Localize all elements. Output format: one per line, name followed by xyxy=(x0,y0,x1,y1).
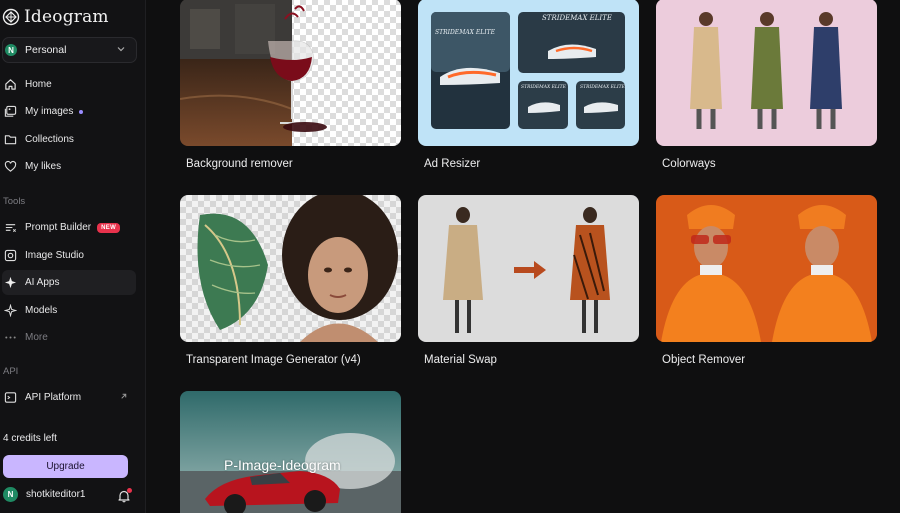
new-content-indicator xyxy=(79,109,84,114)
app-thumbnail: STRIDEMAX ELITE STRIDEMAX ELITE STRIDEMA… xyxy=(418,0,639,146)
new-badge: NEW xyxy=(97,222,121,233)
sidebar-item-models[interactable]: Models xyxy=(2,298,136,323)
app-card-title: Material Swap xyxy=(424,354,497,366)
app-thumbnail xyxy=(180,0,401,146)
app-thumbnail xyxy=(656,195,877,342)
app-logo[interactable]: Ideogram xyxy=(2,7,109,27)
external-link-icon xyxy=(121,393,127,399)
sidebar: Ideogram N Personal Home My images Colle… xyxy=(0,0,146,513)
sidebar-item-my-images[interactable]: My images xyxy=(2,99,136,124)
app-card-ad-resizer[interactable]: STRIDEMAX ELITE STRIDEMAX ELITE STRIDEMA… xyxy=(418,0,639,170)
ad-thumb-text: STRIDEMAX ELITE xyxy=(521,85,566,90)
sidebar-item-my-likes[interactable]: My likes xyxy=(2,154,136,179)
sidebar-item-label: Home xyxy=(25,79,52,90)
sidebar-item-api-platform[interactable]: API Platform xyxy=(2,385,136,410)
upgrade-button[interactable]: Upgrade xyxy=(3,455,128,478)
app-card-background-remover[interactable]: Background remover xyxy=(180,0,401,170)
thumb-overlay-text: P-Image-Ideogram xyxy=(224,457,341,473)
sidebar-item-label: AI Apps xyxy=(25,277,60,288)
terminal-icon xyxy=(3,391,17,405)
app-card-object-remover[interactable]: Object Remover xyxy=(656,195,877,366)
sidebar-item-label: Prompt Builder xyxy=(25,222,92,233)
models-icon xyxy=(3,304,17,318)
folder-icon xyxy=(3,133,17,147)
app-card-colorways[interactable]: Colorways xyxy=(656,0,877,170)
user-profile[interactable]: N shotkiteditor1 xyxy=(3,487,85,502)
sidebar-item-label: My likes xyxy=(25,161,62,172)
app-thumbnail xyxy=(180,195,401,342)
home-icon xyxy=(3,78,17,92)
ad-thumb-text: STRIDEMAX ELITE xyxy=(580,85,625,90)
sidebar-item-label: Models xyxy=(25,305,58,316)
sidebar-item-label: Image Studio xyxy=(25,250,84,261)
app-card-title: Background remover xyxy=(186,158,293,170)
sidebar-item-more[interactable]: More xyxy=(2,325,136,350)
username: shotkiteditor1 xyxy=(26,489,86,500)
ad-thumb-text: STRIDEMAX ELITE xyxy=(542,14,612,22)
ellipsis-icon xyxy=(3,331,17,345)
sliders-icon xyxy=(3,221,17,235)
sidebar-item-label: API Platform xyxy=(25,392,82,403)
sidebar-item-label: Collections xyxy=(25,134,74,145)
sidebar-item-collections[interactable]: Collections xyxy=(2,127,136,152)
app-card-title: Colorways xyxy=(662,158,716,170)
app-thumbnail: P-Image-Ideogram xyxy=(180,391,401,513)
sidebar-item-image-studio[interactable]: Image Studio xyxy=(2,243,136,268)
ideogram-logo-icon xyxy=(2,8,20,26)
sidebar-item-prompt-builder[interactable]: Prompt Builder NEW xyxy=(2,215,136,240)
credits-remaining: 4 credits left xyxy=(3,433,57,444)
app-card-material-swap[interactable]: Material Swap xyxy=(418,195,639,366)
sidebar-item-ai-apps[interactable]: AI Apps xyxy=(2,270,136,295)
tools-section-label: Tools xyxy=(3,196,26,207)
chevron-down-icon xyxy=(117,47,125,52)
app-card-title: Ad Resizer xyxy=(424,158,481,170)
app-card-title: Transparent Image Generator (v4) xyxy=(186,354,361,366)
images-icon xyxy=(3,105,17,119)
app-card-p-image-ideogram[interactable]: P-Image-Ideogram xyxy=(180,391,401,513)
apps-icon xyxy=(3,276,17,290)
studio-icon xyxy=(3,249,17,263)
workspace-name: Personal xyxy=(25,44,67,56)
heart-icon xyxy=(3,160,17,174)
workspace-badge: N xyxy=(5,44,17,56)
ad-thumb-text: STRIDEMAX ELITE xyxy=(435,29,495,36)
avatar: N xyxy=(3,487,18,502)
notification-dot xyxy=(127,488,132,493)
app-name: Ideogram xyxy=(24,7,109,27)
app-card-transparent-image-generator[interactable]: Transparent Image Generator (v4) xyxy=(180,195,401,366)
api-section-label: API xyxy=(3,366,19,377)
workspace-selector[interactable]: N Personal xyxy=(2,37,137,63)
app-thumbnail xyxy=(418,195,639,342)
app-thumbnail xyxy=(656,0,877,146)
sidebar-item-home[interactable]: Home xyxy=(2,72,136,97)
sidebar-item-label: More xyxy=(25,332,48,343)
app-card-title: Object Remover xyxy=(662,354,746,366)
sidebar-item-label: My images xyxy=(25,106,74,117)
